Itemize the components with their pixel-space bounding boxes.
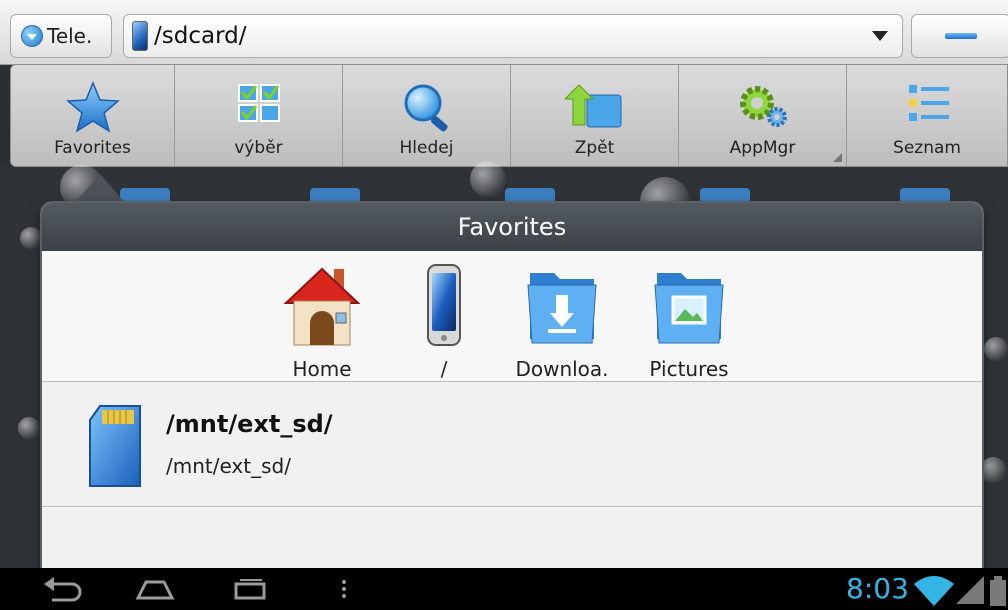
multi-select-icon bbox=[237, 84, 280, 122]
more-indicator-icon bbox=[833, 153, 842, 162]
phone-icon bbox=[132, 21, 148, 51]
favorite-pictures[interactable]: Pictures bbox=[639, 259, 739, 381]
tele-button[interactable]: Tele. bbox=[10, 14, 112, 58]
favorite-downloads[interactable]: Downloa. bbox=[512, 259, 612, 381]
wifi-icon bbox=[914, 576, 954, 606]
home-icon bbox=[283, 267, 361, 346]
toolbar-search[interactable]: Hledej bbox=[343, 65, 511, 166]
tele-label: Tele. bbox=[47, 24, 93, 48]
back-icon[interactable] bbox=[42, 576, 82, 602]
gears-icon bbox=[739, 86, 787, 127]
list-view-icon bbox=[909, 85, 949, 121]
toolbar-list[interactable]: Seznam bbox=[847, 65, 1007, 166]
address-bar: Tele. /sdcard/ bbox=[0, 0, 1008, 65]
signal-icon bbox=[956, 576, 984, 604]
download-folder-icon bbox=[527, 273, 597, 344]
favorites-row: Home / Downloa. Pictures bbox=[42, 251, 982, 382]
menu-overflow-icon[interactable] bbox=[340, 576, 348, 602]
bubble-decoration bbox=[20, 227, 42, 249]
toolbar-appmgr[interactable]: AppMgr bbox=[679, 65, 847, 166]
battery-icon bbox=[990, 576, 1006, 606]
favorite-label: Home bbox=[292, 357, 352, 381]
sd-card-icon bbox=[89, 405, 141, 487]
popup-title: Favorites bbox=[457, 213, 567, 241]
phone-icon bbox=[427, 264, 461, 346]
favorite-label: Downloa. bbox=[515, 357, 609, 381]
toolbar-label: Seznam bbox=[893, 138, 961, 158]
toolbar: Favorites výběr Hledej Zpět AppMgr Sezna… bbox=[10, 64, 1008, 167]
entry-path: /mnt/ext_sd/ bbox=[166, 454, 291, 478]
favorite-home[interactable]: Home bbox=[272, 259, 372, 381]
favorite-label: / bbox=[440, 357, 448, 381]
bubble-decoration bbox=[980, 457, 1006, 483]
recent-apps-icon[interactable] bbox=[232, 576, 268, 602]
toolbar-favorites[interactable]: Favorites bbox=[11, 65, 175, 166]
entry-title: /mnt/ext_sd/ bbox=[166, 410, 333, 438]
current-path: /sdcard/ bbox=[154, 23, 247, 49]
chevron-down-icon[interactable] bbox=[872, 31, 888, 41]
bubble-decoration bbox=[470, 161, 506, 197]
popup-header: Favorites bbox=[42, 203, 982, 251]
toolbar-label: Favorites bbox=[54, 138, 131, 158]
home-nav-icon[interactable] bbox=[134, 576, 176, 602]
favorites-popup: Favorites Home / Downloa. Pictures /mnt/… bbox=[42, 203, 982, 583]
toolbar-back[interactable]: Zpět bbox=[511, 65, 679, 166]
collapse-button[interactable] bbox=[911, 14, 1008, 58]
pictures-folder-icon bbox=[654, 273, 724, 344]
toolbar-select[interactable]: výběr bbox=[175, 65, 343, 166]
bubble-decoration bbox=[984, 337, 1008, 361]
path-field[interactable]: /sdcard/ bbox=[123, 14, 903, 58]
list-item[interactable]: /mnt/ext_sd/ /mnt/ext_sd/ bbox=[42, 382, 982, 507]
toolbar-label: výběr bbox=[234, 138, 283, 158]
bubble-decoration bbox=[18, 417, 40, 439]
toolbar-label: Hledej bbox=[399, 138, 454, 158]
system-nav-bar: 8:03 bbox=[0, 568, 1008, 610]
tele-dropdown-icon bbox=[21, 25, 43, 47]
favorite-root[interactable]: / bbox=[394, 259, 494, 381]
status-clock: 8:03 bbox=[846, 572, 909, 605]
toolbar-label: Zpět bbox=[574, 138, 615, 158]
toolbar-label: AppMgr bbox=[729, 138, 796, 158]
back-folder-icon bbox=[564, 84, 621, 128]
popup-pointer bbox=[74, 174, 126, 204]
search-icon bbox=[404, 84, 448, 132]
star-icon bbox=[65, 81, 120, 133]
minus-icon bbox=[945, 33, 977, 39]
favorite-label: Pictures bbox=[649, 357, 729, 381]
